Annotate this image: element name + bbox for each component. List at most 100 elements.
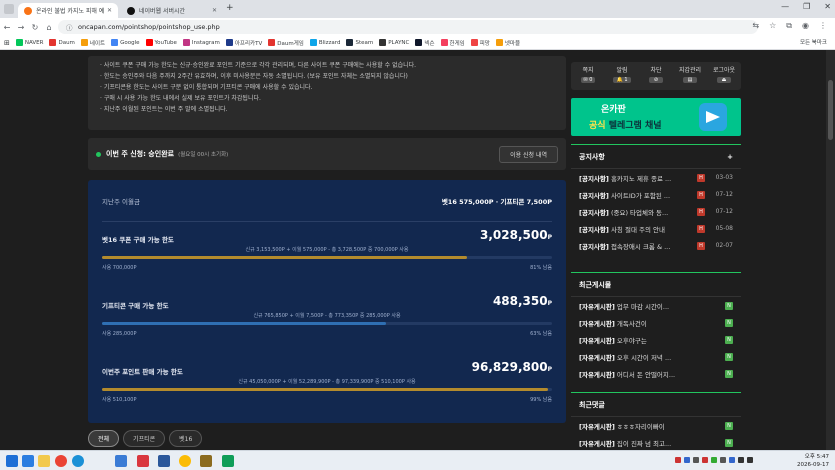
tray-icon[interactable] [711, 457, 717, 463]
bookmark-item[interactable]: 아프리카TV [225, 39, 263, 47]
forward-icon[interactable]: → [14, 23, 28, 32]
menu-icon[interactable]: ⋮ [819, 21, 827, 31]
app-icon[interactable] [222, 455, 234, 467]
start-icon[interactable] [6, 455, 18, 467]
tab-close-icon[interactable]: ✕ [107, 7, 112, 14]
limit-progress-fill [102, 322, 386, 325]
word-icon[interactable] [158, 455, 170, 467]
bookmark-label: Daum게임 [277, 40, 304, 47]
notifications-button[interactable]: 알림 🔔 1 [605, 62, 639, 90]
bookmark-icon [309, 39, 317, 46]
profile-icon[interactable]: ◉ [802, 21, 809, 31]
tab-search-icon[interactable] [4, 4, 14, 14]
bookmark-item[interactable]: 넥슨 [415, 39, 435, 47]
tray-icon[interactable] [693, 457, 699, 463]
edge-icon[interactable] [72, 455, 84, 467]
logout-button[interactable]: 로그아웃 ⏏ [707, 62, 741, 90]
app-icon[interactable] [200, 455, 212, 467]
notice-row[interactable]: [공지사항] 홍카지노 제휴 종료 ... H 03-03 [571, 169, 741, 186]
page-scrollbar[interactable] [826, 50, 835, 450]
tray-icon[interactable] [684, 457, 690, 463]
new-badge: N [725, 369, 733, 378]
reload-icon[interactable]: ↻ [28, 23, 42, 32]
bookmark-item[interactable]: Steam [346, 39, 373, 46]
browser-tab-strip: 온라인 불법 카지노 피해 예방 ... ✕ 네이버웹 서버시간 ✕ + — ❐… [0, 0, 835, 18]
site-info-icon[interactable]: ⓘ [66, 22, 74, 32]
filter-all[interactable]: 전체 [88, 430, 120, 447]
bookmark-label: Steam [355, 39, 374, 46]
bookmark-item[interactable]: PLAYNC [379, 39, 409, 46]
chrome-icon[interactable] [179, 455, 191, 467]
limit-calc: 신규 3,153,500P + 이월 575,000P - 총 3,728,50… [245, 247, 409, 253]
tab-active[interactable]: 온라인 불법 카지노 피해 예방 ... ✕ [18, 3, 118, 18]
notice-row[interactable]: [공지사항] 사칭 절대 주의 안내 H 05-08 [571, 220, 741, 237]
file-explorer-icon[interactable] [38, 455, 50, 467]
limit-progress-bar [102, 322, 552, 325]
notice-row[interactable]: [공지사항] (중요) 타업체와 동... H 07-12 [571, 203, 741, 220]
app-icon[interactable] [137, 455, 149, 467]
minimize-icon[interactable]: — [781, 2, 789, 11]
telegram-banner[interactable]: 온카판 공식 텔레그램 채널 [571, 98, 741, 136]
filter-gifticon[interactable]: 기프티콘 [123, 430, 166, 447]
notice-row[interactable]: [공지사항] 사이트ID가 포함된 ... H 07-12 [571, 186, 741, 203]
bookmark-star-icon[interactable]: ☆ [769, 21, 776, 31]
bookmark-item[interactable]: Daum [49, 39, 75, 46]
close-window-icon[interactable]: ✕ [824, 2, 831, 11]
chrome-icon[interactable] [55, 455, 67, 467]
tab-inactive[interactable]: 네이버웹 서버시간 ✕ [121, 3, 223, 18]
tray-icon[interactable] [675, 457, 681, 463]
post-row[interactable]: [자유게시판] 오후야구는 N [571, 331, 741, 348]
plus-icon[interactable]: + [727, 153, 733, 161]
new-badge: N [725, 301, 733, 310]
back-icon[interactable]: ← [0, 23, 14, 32]
application-history-button[interactable]: 이용 신청 내역 [499, 145, 558, 163]
bookmark-item[interactable]: 네이트 [80, 39, 106, 47]
messages-button[interactable]: 쪽지 ✉ 0 [571, 62, 605, 90]
post-row[interactable]: [자유게시판] 개독사건이 N [571, 314, 741, 331]
new-badge: N [725, 438, 733, 447]
bookmark-label: 아프리카TV [234, 40, 263, 47]
tray-icon[interactable] [702, 457, 708, 463]
address-bar[interactable]: ⓘ oncapan.com/pointshop/pointshop_use.ph… [58, 20, 758, 34]
block-button[interactable]: 차단 ⊘ [639, 62, 673, 90]
all-bookmarks[interactable]: 모든 북마크 [800, 38, 827, 46]
post-row[interactable]: [자유게시판] 업무 마감 시간이... N [571, 297, 741, 314]
tab-close-icon[interactable]: ✕ [212, 7, 217, 14]
apps-icon[interactable]: ⊞ [4, 39, 10, 47]
translate-icon[interactable]: ⇆ [752, 21, 759, 31]
post-row[interactable]: [자유게시판] 어디서 돈 안떨어지... N [571, 365, 741, 382]
hot-badge: H [697, 207, 705, 216]
app-icon[interactable] [115, 455, 127, 467]
comment-row[interactable]: [자유게시판] 집이 진짜 넘 최고... N [571, 434, 741, 450]
clock[interactable]: 오후 5:47 2026-09-17 [797, 453, 829, 469]
new-tab-button[interactable]: + [226, 3, 234, 13]
bookmark-item[interactable]: 한게임 [440, 39, 465, 47]
bookmark-item[interactable]: YouTube [145, 39, 177, 46]
bookmark-item[interactable]: 넷마블 [495, 39, 520, 47]
bookmark-item[interactable]: Instagram [182, 39, 220, 46]
scrollbar-thumb[interactable] [828, 80, 833, 140]
limit-title: 이번주 포인트 판매 가능 한도 [102, 368, 183, 376]
wallet-button[interactable]: 지갑관리 ▤ [673, 62, 707, 90]
bookmark-item[interactable]: 피망 [470, 39, 490, 47]
status-label: 이번 주 신청: 승인완료 [106, 150, 175, 158]
extensions-icon[interactable]: ⧉ [786, 21, 792, 31]
logout-icon: ⏏ [717, 77, 731, 83]
bookmark-item[interactable]: Daum게임 [268, 39, 304, 47]
comment-row[interactable]: [자유게시판] ㅎㅎㅎ자리이빠이 N [571, 417, 741, 434]
taskview-icon[interactable] [22, 455, 34, 467]
notice-row[interactable]: [공지사항] 접속장애시 크롬 & ... H 02-07 [571, 237, 741, 254]
tray-icon[interactable] [729, 457, 735, 463]
maximize-icon[interactable]: ❐ [803, 2, 810, 11]
home-icon[interactable]: ⌂ [42, 23, 56, 32]
bookmark-item[interactable]: Google [111, 39, 140, 46]
filter-bet16[interactable]: 벳16 [169, 430, 203, 447]
tray-icon[interactable] [720, 457, 726, 463]
post-row[interactable]: [자유게시판] 오후 시간이 저녁 ... N [571, 348, 741, 365]
volume-icon[interactable] [747, 457, 753, 463]
wifi-icon[interactable] [738, 457, 744, 463]
tab-title: 네이버웹 서버시간 [139, 8, 186, 15]
bookmark-item[interactable]: NAVER [15, 39, 43, 46]
bookmark-label: 네이트 [89, 40, 106, 47]
bookmark-item[interactable]: Blizzard [309, 39, 340, 46]
